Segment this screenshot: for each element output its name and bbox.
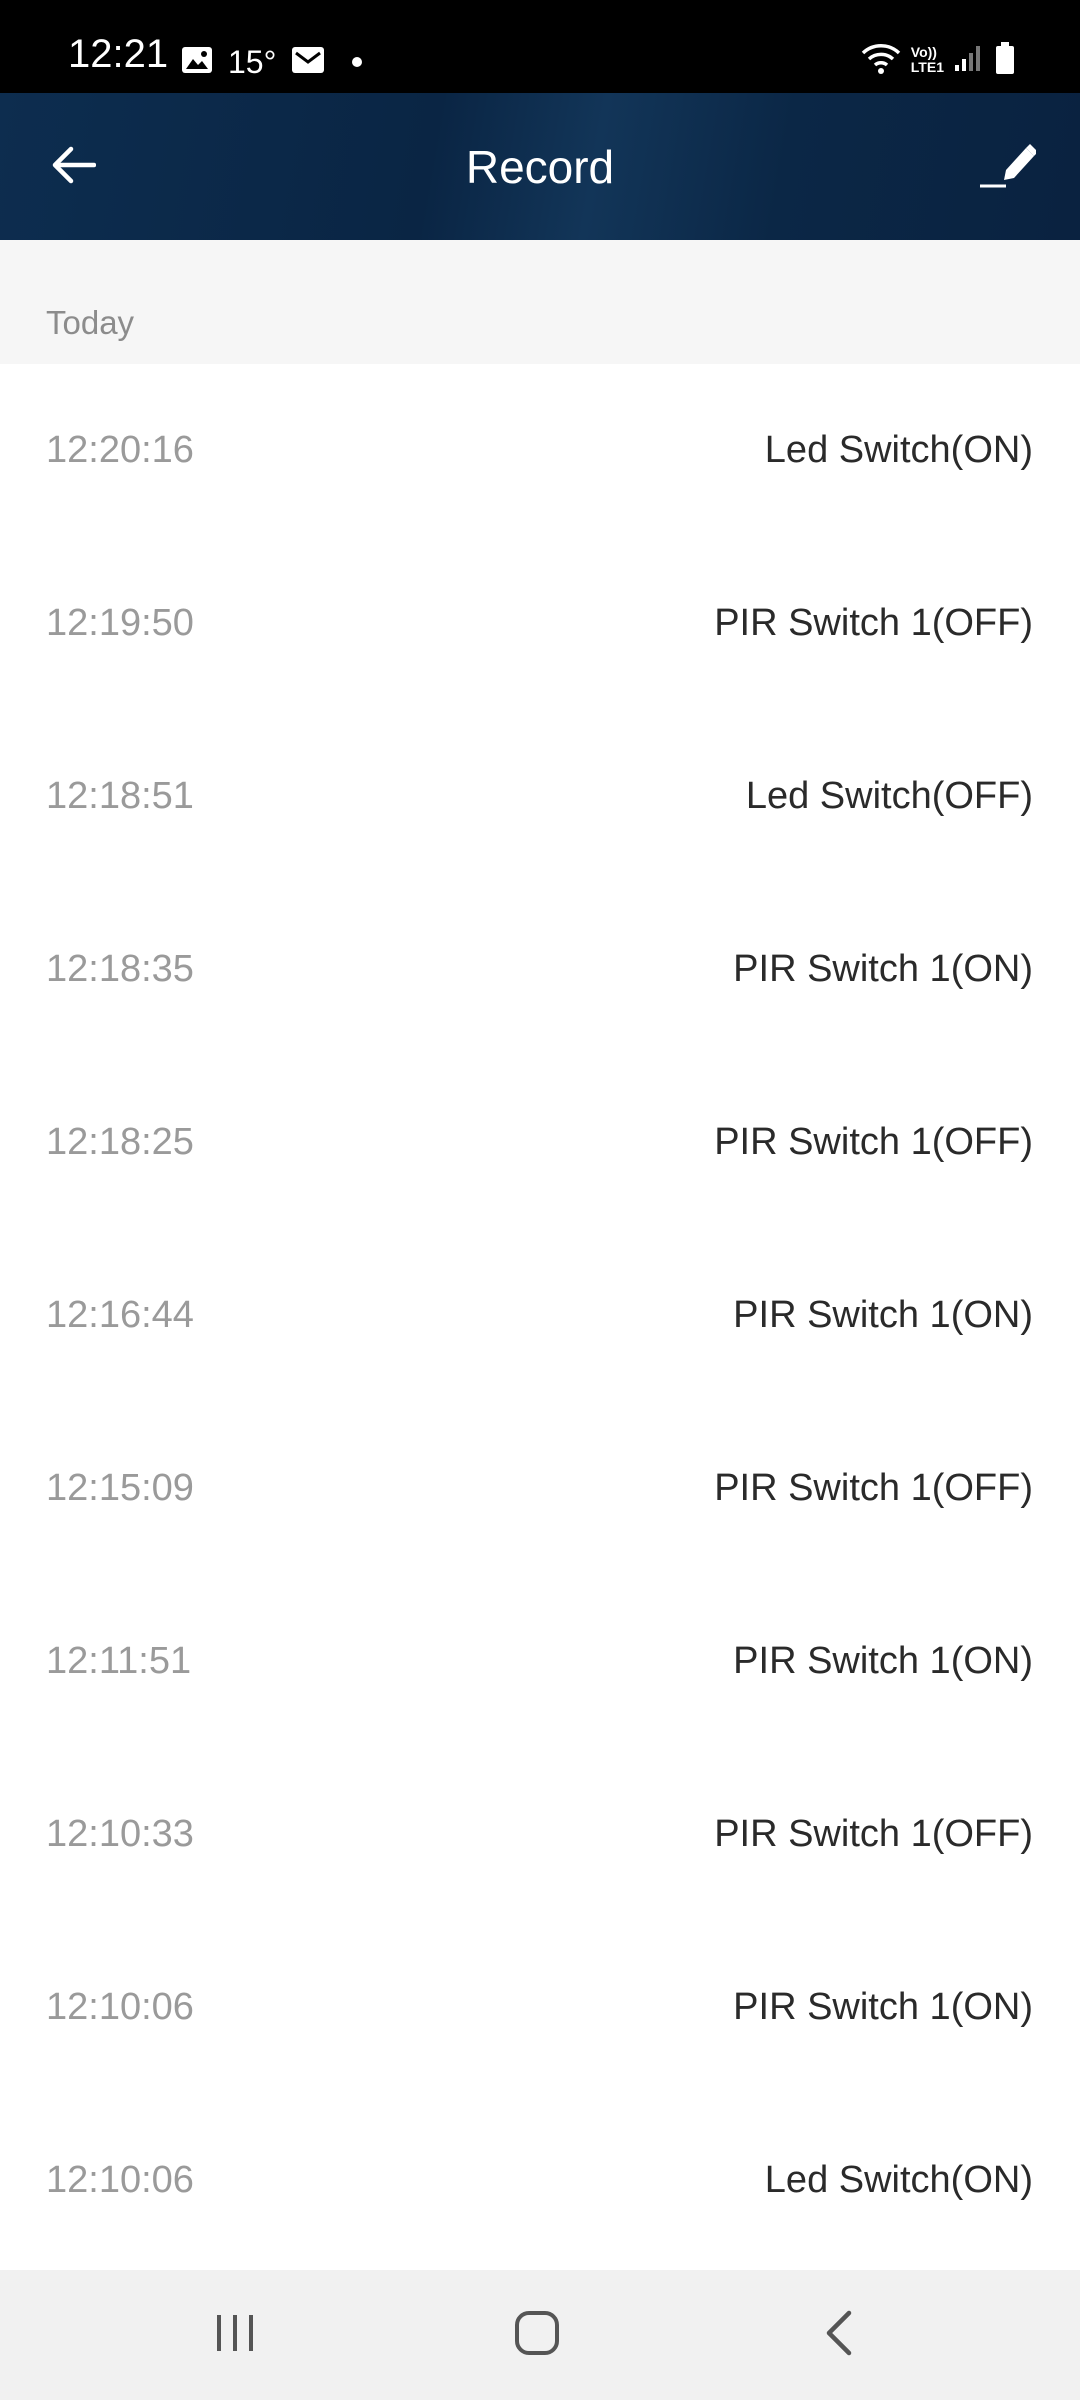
record-event: PIR Switch 1(ON) bbox=[733, 948, 1033, 990]
section-header: Today bbox=[0, 240, 1080, 364]
signal-icon bbox=[954, 43, 984, 78]
dot-icon bbox=[352, 57, 363, 67]
status-bar: 12:21 15° Vo)) LTE1 bbox=[0, 0, 1080, 93]
page-title: Record bbox=[465, 140, 615, 193]
arrow-left-icon bbox=[50, 145, 97, 190]
network-label-bottom: LTE1 bbox=[910, 59, 944, 75]
record-time: 12:18:51 bbox=[46, 775, 194, 817]
record-row[interactable]: 12:16:44 PIR Switch 1(ON) bbox=[0, 1229, 1080, 1402]
battery-icon bbox=[994, 41, 1016, 80]
record-row[interactable]: 12:10:33 PIR Switch 1(OFF) bbox=[0, 1748, 1080, 1921]
record-time: 12:19:50 bbox=[46, 602, 194, 644]
record-event: PIR Switch 1(ON) bbox=[733, 1294, 1033, 1336]
record-row[interactable]: 12:15:09 PIR Switch 1(OFF) bbox=[0, 1402, 1080, 1575]
record-row[interactable]: 12:18:51 Led Switch(OFF) bbox=[0, 710, 1080, 883]
status-right-icons: Vo)) LTE1 bbox=[861, 40, 1016, 80]
record-event: Led Switch(ON) bbox=[764, 429, 1033, 471]
edit-button[interactable] bbox=[970, 130, 1044, 204]
record-time: 12:18:35 bbox=[46, 948, 194, 990]
section-label-today: Today bbox=[46, 304, 135, 341]
mail-icon bbox=[290, 45, 326, 80]
record-time: 12:15:09 bbox=[46, 1467, 194, 1509]
record-time: 12:18:25 bbox=[46, 1121, 194, 1163]
record-time: 12:10:06 bbox=[46, 2159, 194, 2201]
nav-back-icon bbox=[821, 2309, 857, 2362]
recent-apps-icon bbox=[213, 2311, 257, 2360]
status-left-icons: 15° bbox=[180, 44, 363, 80]
record-list[interactable]: 12:20:16 Led Switch(ON) 12:19:50 PIR Swi… bbox=[0, 364, 1080, 2229]
system-back-button[interactable] bbox=[784, 2290, 894, 2380]
record-row[interactable]: 12:20:16 Led Switch(ON) bbox=[0, 364, 1080, 537]
network-label: Vo)) LTE1 bbox=[911, 45, 944, 75]
record-time: 12:10:33 bbox=[46, 1813, 194, 1855]
record-row[interactable]: 12:10:06 PIR Switch 1(ON) bbox=[0, 1921, 1080, 2094]
record-event: Led Switch(OFF) bbox=[745, 775, 1033, 817]
record-row[interactable]: 12:19:50 PIR Switch 1(OFF) bbox=[0, 537, 1080, 710]
record-event: PIR Switch 1(ON) bbox=[733, 1640, 1033, 1682]
record-event: PIR Switch 1(OFF) bbox=[714, 1121, 1033, 1163]
edit-pencil-icon bbox=[978, 140, 1038, 195]
record-row[interactable]: 12:18:35 PIR Switch 1(ON) bbox=[0, 883, 1080, 1056]
record-event: PIR Switch 1(OFF) bbox=[714, 1813, 1033, 1855]
status-time: 12:21 bbox=[68, 32, 169, 76]
record-row[interactable]: 12:11:51 PIR Switch 1(ON) bbox=[0, 1575, 1080, 1748]
record-time: 12:20:16 bbox=[46, 429, 194, 471]
record-time: 12:10:06 bbox=[46, 1986, 194, 2028]
record-event: PIR Switch 1(OFF) bbox=[714, 602, 1033, 644]
system-nav-bar bbox=[0, 2270, 1080, 2400]
record-event: Led Switch(ON) bbox=[764, 2159, 1033, 2201]
record-time: 12:16:44 bbox=[46, 1294, 194, 1336]
image-icon bbox=[180, 45, 214, 80]
back-button[interactable] bbox=[36, 130, 110, 204]
network-label-top: Vo)) bbox=[910, 44, 937, 60]
status-temperature: 15° bbox=[228, 44, 277, 80]
home-button[interactable] bbox=[482, 2290, 592, 2380]
record-time: 12:11:51 bbox=[46, 1640, 192, 1682]
wifi-icon bbox=[861, 41, 901, 80]
home-icon bbox=[513, 2309, 561, 2362]
list-bottom-gap bbox=[0, 2229, 1080, 2270]
record-row[interactable]: 12:10:06 Led Switch(ON) bbox=[0, 2094, 1080, 2229]
recent-apps-button[interactable] bbox=[180, 2290, 290, 2380]
app-header: Record bbox=[0, 93, 1080, 240]
record-event: PIR Switch 1(ON) bbox=[733, 1986, 1033, 2028]
record-event: PIR Switch 1(OFF) bbox=[714, 1467, 1033, 1509]
record-row[interactable]: 12:18:25 PIR Switch 1(OFF) bbox=[0, 1056, 1080, 1229]
